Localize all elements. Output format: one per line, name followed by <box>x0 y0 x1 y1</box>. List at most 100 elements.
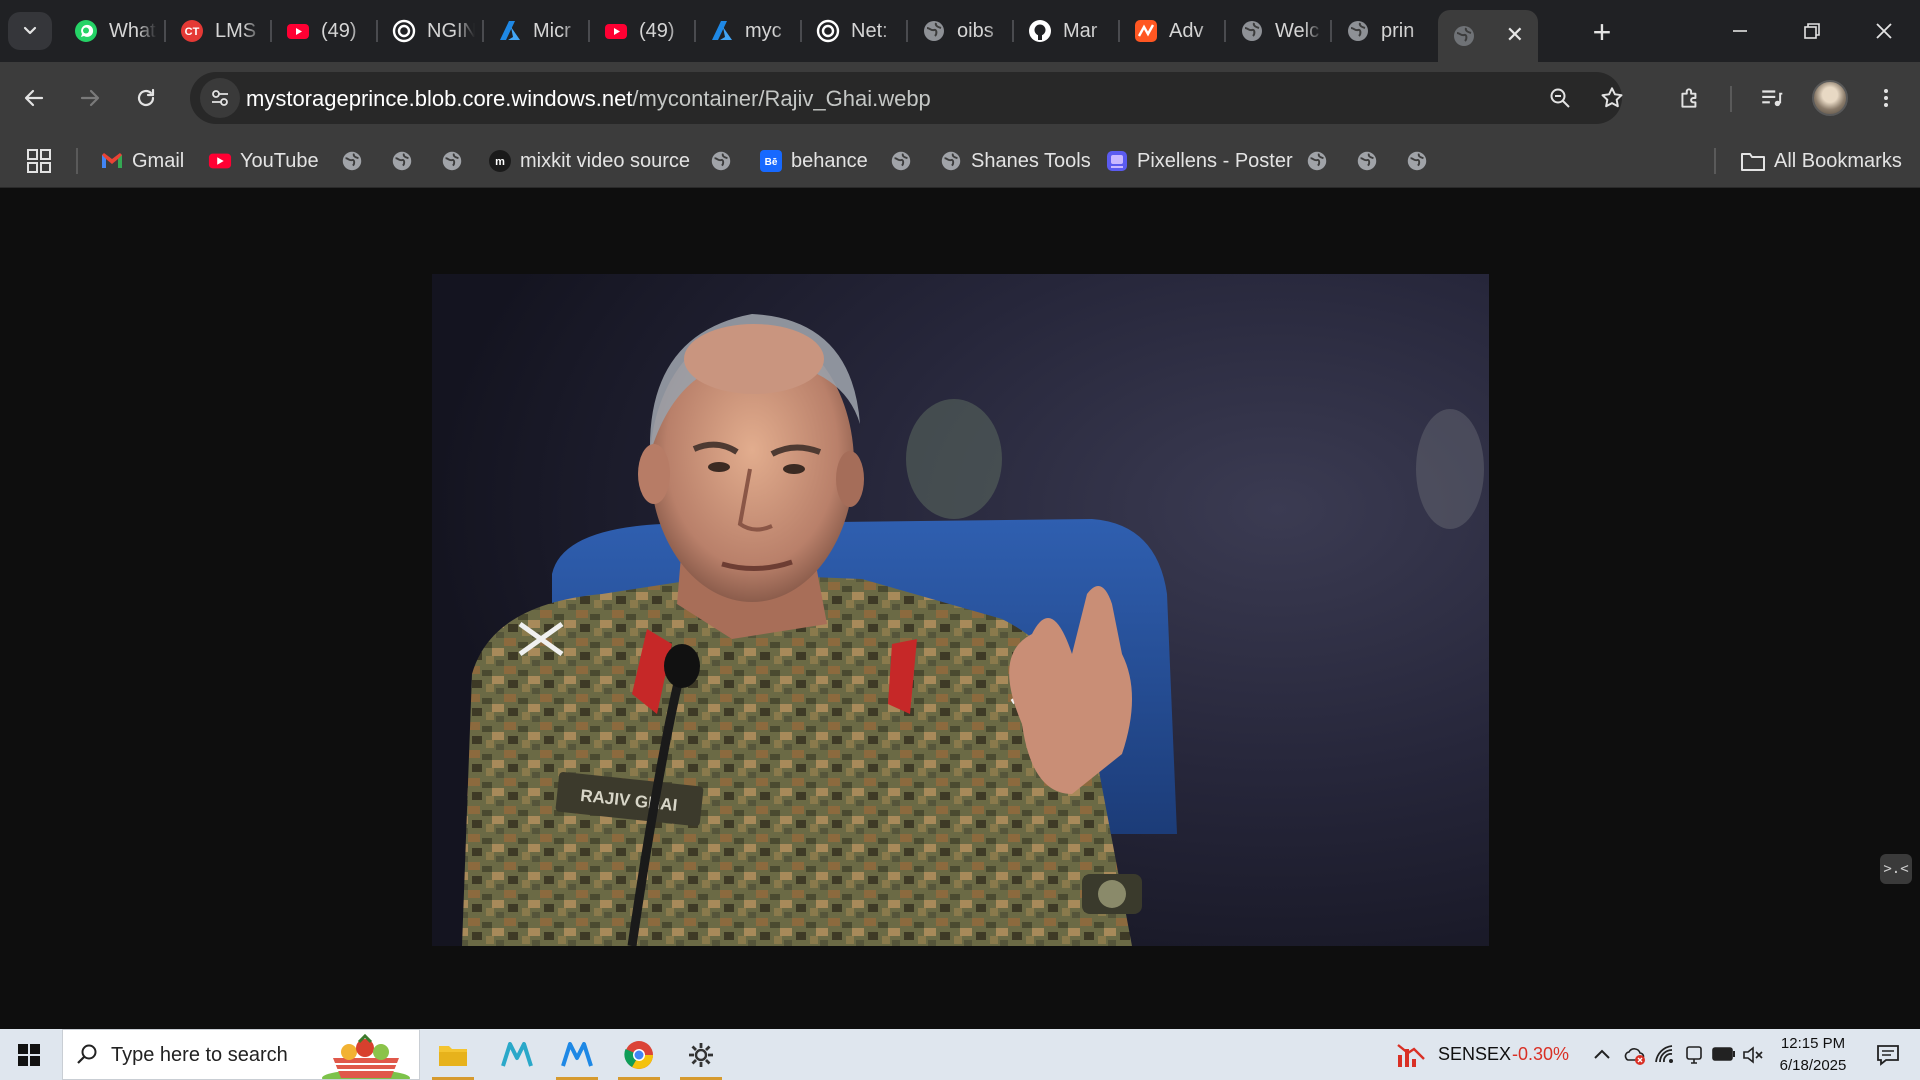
wifi-icon[interactable] <box>1654 1044 1676 1066</box>
bookmark-mixkit[interactable]: m mixkit video source <box>488 144 690 178</box>
close-window-button[interactable] <box>1848 0 1920 62</box>
bookmarks-separator <box>76 148 78 174</box>
globe-icon <box>1305 149 1329 173</box>
tab-prin[interactable]: prin <box>1332 10 1438 52</box>
globe-icon <box>340 149 364 173</box>
taskbar-app-m1[interactable] <box>488 1029 546 1080</box>
tab-title: Welc <box>1275 19 1320 42</box>
menu-button[interactable] <box>1866 78 1906 118</box>
displayed-image: RAJIV GHAI <box>432 274 1489 946</box>
tab-openai-2[interactable]: Net: <box>802 10 908 52</box>
puzzle-icon <box>1681 88 1697 108</box>
tab-welc[interactable]: Welc <box>1226 10 1332 52</box>
reload-button[interactable] <box>126 78 166 118</box>
tab-active[interactable]: ✕ <box>1438 10 1538 62</box>
browser-toolbar: mystorageprince.blob.core.windows.net/my… <box>0 62 1920 134</box>
back-button[interactable] <box>14 78 54 118</box>
bookmark-globe-7[interactable] <box>1355 144 1379 178</box>
tab-youtube-2[interactable]: (49) <box>590 10 696 52</box>
taskbar-search-box[interactable]: Type here to search <box>62 1029 420 1080</box>
zoom-icon <box>1550 88 1570 108</box>
tab-azure-2[interactable]: myc <box>696 10 802 52</box>
bookmark-shanes-tools[interactable]: Shanes Tools <box>939 144 1091 178</box>
taskbar-settings[interactable] <box>672 1029 730 1080</box>
start-button[interactable] <box>0 1029 58 1080</box>
bookmark-globe-5[interactable] <box>889 144 913 178</box>
bookmark-globe-4[interactable] <box>709 144 733 178</box>
address-bar[interactable]: mystorageprince.blob.core.windows.net/my… <box>190 72 1623 124</box>
tab-openai-1[interactable]: NGIN <box>378 10 484 52</box>
tab-whatsapp[interactable]: WhatsApp <box>60 10 166 52</box>
minimize-button[interactable] <box>1704 0 1776 62</box>
site-info-button[interactable] <box>200 78 240 118</box>
taskbar-file-explorer[interactable] <box>424 1029 482 1080</box>
minimize-icon <box>1733 30 1747 32</box>
tab-title: Adv <box>1169 19 1204 42</box>
notifications-button[interactable] <box>1862 1029 1914 1080</box>
tab-azure-1[interactable]: Micr <box>484 10 590 52</box>
tab-lms[interactable]: CT LMS <box>166 10 272 52</box>
youtube-icon <box>603 18 629 44</box>
officer-photo: RAJIV GHAI <box>432 274 1489 946</box>
bookmarks-separator <box>1714 148 1716 174</box>
bookmark-gmail[interactable]: Gmail <box>100 144 184 178</box>
restore-button[interactable] <box>1776 0 1848 62</box>
arrow-left-icon <box>24 89 44 107</box>
close-tab-icon[interactable]: ✕ <box>1506 22 1524 48</box>
arrow-right-icon <box>80 89 100 107</box>
bookmark-youtube[interactable]: YouTube <box>208 144 319 178</box>
stock-name[interactable]: SENSEX <box>1438 1044 1511 1065</box>
url-text[interactable]: mystorageprince.blob.core.windows.net/my… <box>246 86 931 112</box>
svg-text:m: m <box>495 156 505 168</box>
taskbar-chrome[interactable] <box>610 1029 668 1080</box>
playlist-icon <box>1762 90 1783 107</box>
bookmark-label: Pixellens - Poster <box>1137 149 1293 172</box>
tab-title: NGIN <box>427 19 475 42</box>
tab-list: WhatsApp CT LMS (49) NGIN Micr (49) <box>60 10 1538 62</box>
fruit-basket-icon <box>322 1034 410 1079</box>
new-tab-button[interactable]: + <box>1584 14 1620 50</box>
tab-oibs[interactable]: oibs <box>908 10 1014 52</box>
side-panel-toggle[interactable]: >.< <box>1880 854 1912 884</box>
clock-date: 6/18/2025 <box>1779 1057 1847 1074</box>
bookmark-globe-6[interactable] <box>1305 144 1329 178</box>
apps-button[interactable] <box>26 144 52 178</box>
bookmark-label: behance <box>791 149 868 172</box>
bookmark-label: Shanes Tools <box>971 149 1091 172</box>
globe-icon <box>939 149 963 173</box>
windows-taskbar: Type here to search SENSEX -0.30% 12:15 … <box>0 1029 1920 1080</box>
tab-adv[interactable]: Adv <box>1120 10 1226 52</box>
gmail-icon <box>100 149 124 173</box>
bookmark-globe-8[interactable] <box>1405 144 1429 178</box>
system-clock[interactable]: 12:15 PM 6/18/2025 <box>1758 1033 1868 1077</box>
battery-icon[interactable] <box>1712 1046 1736 1062</box>
tab-search-button[interactable] <box>8 12 52 50</box>
bookmark-globe-1[interactable] <box>340 144 364 178</box>
stock-change[interactable]: -0.30% <box>1512 1044 1569 1065</box>
tab-youtube-1[interactable]: (49) <box>272 10 378 52</box>
chevron-up-icon[interactable] <box>1592 1045 1612 1065</box>
devices-icon[interactable] <box>1684 1044 1704 1066</box>
bookmark-globe-2[interactable] <box>390 144 414 178</box>
apps-grid-icon <box>27 149 51 173</box>
bookmark-star-button[interactable] <box>1594 80 1630 116</box>
tab-github[interactable]: Mar <box>1014 10 1120 52</box>
all-bookmarks-button[interactable]: All Bookmarks <box>1740 144 1902 178</box>
tab-title: LMS <box>215 19 257 42</box>
profile-avatar[interactable] <box>1812 80 1848 116</box>
bookmark-pixellens[interactable]: Pixellens - Poster <box>1105 144 1293 178</box>
bookmark-globe-3[interactable] <box>440 144 464 178</box>
globe-icon <box>889 149 913 173</box>
tab-title: Micr <box>533 19 571 42</box>
zoom-button[interactable] <box>1542 80 1578 116</box>
onedrive-error-icon[interactable] <box>1622 1044 1646 1066</box>
tab-title: prin <box>1381 19 1415 42</box>
mixkit-icon: m <box>488 149 512 173</box>
openai-icon <box>815 18 841 44</box>
forward-button[interactable] <box>70 78 110 118</box>
taskbar-app-m2[interactable] <box>548 1029 606 1080</box>
bookmark-behance[interactable]: Bē behance <box>759 144 868 178</box>
media-controls-button[interactable] <box>1752 78 1792 118</box>
extensions-button[interactable] <box>1670 78 1710 118</box>
globe-icon <box>1355 149 1379 173</box>
